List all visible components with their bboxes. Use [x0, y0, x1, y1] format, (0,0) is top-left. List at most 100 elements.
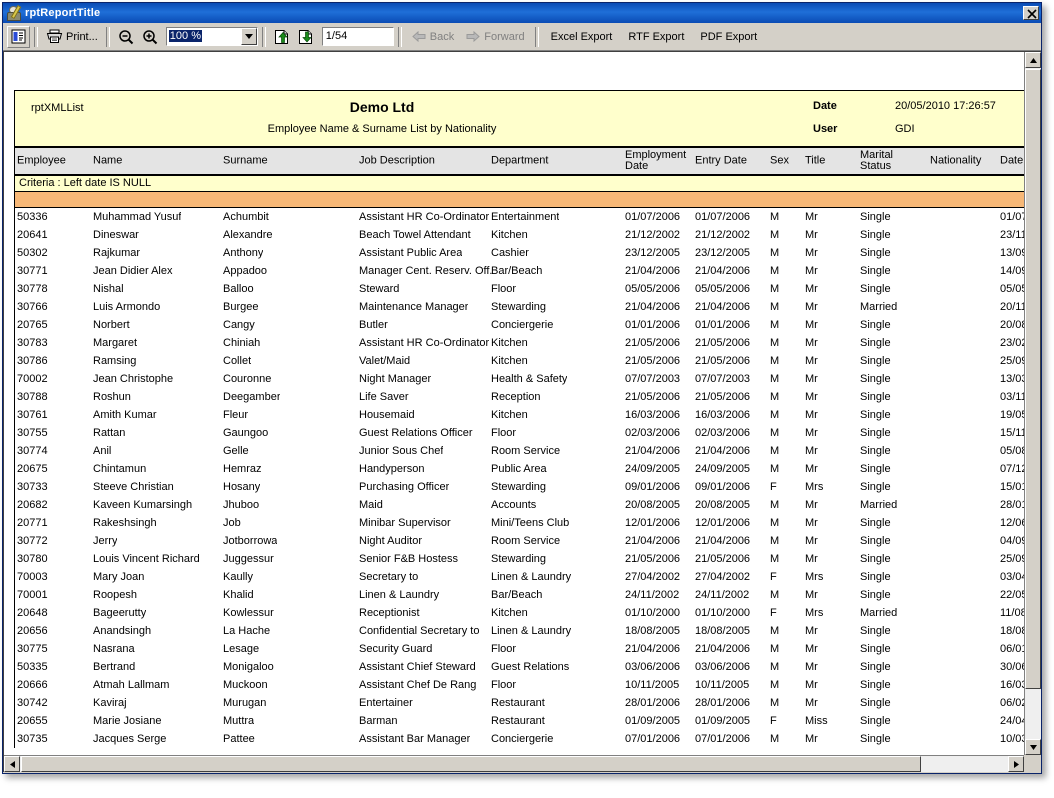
table-cell: Kitchen: [491, 337, 528, 349]
table-cell: Ramsing: [93, 355, 136, 367]
zoom-value[interactable]: 100 %: [167, 28, 241, 45]
table-row[interactable]: 30786RamsingColletValet/MaidKitchen21/05…: [15, 352, 1024, 370]
horizontal-scrollbar[interactable]: [4, 755, 1024, 772]
table-cell: 01/01/2006: [695, 319, 750, 331]
table-cell: Kaviraj: [93, 697, 127, 709]
column-header-2: Name: [93, 156, 122, 167]
table-cell: 50302: [17, 247, 48, 259]
table-row[interactable]: 20641DineswarAlexandreBeach Towel Attend…: [15, 226, 1024, 244]
table-row[interactable]: 20656AnandsinghLa HacheConfidential Secr…: [15, 622, 1024, 640]
report-company: Demo Ltd: [15, 99, 1024, 115]
table-cell: F: [770, 607, 777, 619]
table-cell: Mrs: [805, 481, 823, 493]
table-of-contents-button[interactable]: [7, 26, 30, 48]
scroll-left-button[interactable]: [4, 756, 20, 772]
table-row[interactable]: 30742KavirajMuruganEntertainerRestaurant…: [15, 694, 1024, 712]
print-button[interactable]: Print...: [42, 26, 102, 48]
table-cell: Hemraz: [223, 463, 262, 475]
table-cell: M: [770, 445, 779, 457]
table-cell: 21/05/2006: [695, 553, 750, 565]
table-row[interactable]: 30788RoshunDeegamberLife SaverReception2…: [15, 388, 1024, 406]
table-row[interactable]: 20648BageeruttyKowlessurReceptionistKitc…: [15, 604, 1024, 622]
table-row[interactable]: 20771RakeshsinghJobMinibar SupervisorMin…: [15, 514, 1024, 532]
table-cell: Gaungoo: [223, 427, 268, 439]
horizontal-scrollbar-thumb[interactable]: [21, 756, 921, 772]
table-cell: 01/09/2005: [695, 715, 750, 727]
table-row[interactable]: 20675ChintamunHemrazHandypersonPublic Ar…: [15, 460, 1024, 478]
zoom-in-button[interactable]: [138, 26, 162, 48]
column-header-7: Entry Date: [695, 156, 747, 167]
back-button[interactable]: Back: [406, 31, 460, 43]
table-cell: Mrs: [805, 571, 823, 583]
table-row[interactable]: 30783MargaretChiniahAssistant HR Co-Ordi…: [15, 334, 1024, 352]
table-cell: 24/09/2005: [695, 463, 750, 475]
table-row[interactable]: 50302RajkumarAnthonyAssistant Public Are…: [15, 244, 1024, 262]
table-cell: M: [770, 697, 779, 709]
table-cell: Mr: [805, 661, 818, 673]
table-row[interactable]: 70001RoopeshKhalidLinen & LaundryBar/Bea…: [15, 586, 1024, 604]
rtf-export-button[interactable]: RTF Export: [620, 31, 692, 43]
forward-button[interactable]: Forward: [460, 31, 530, 43]
table-cell: Mr: [805, 499, 818, 511]
table-row[interactable]: 20655Marie JosianeMuttraBarmanRestaurant…: [15, 712, 1024, 730]
table-cell: M: [770, 661, 779, 673]
table-row[interactable]: 50335BertrandMonigalooAssistant Chief St…: [15, 658, 1024, 676]
table-row[interactable]: 30755RattanGaungooGuest Relations Office…: [15, 424, 1024, 442]
table-row[interactable]: 70003Mary JoanKaullySecretary toLinen & …: [15, 568, 1024, 586]
table-cell: 30772: [17, 535, 48, 547]
table-cell: Room Service: [491, 535, 560, 547]
table-row[interactable]: 20765NorbertCangyButlerConciergerie01/01…: [15, 316, 1024, 334]
table-row[interactable]: 20682Kaveen KumarsinghJhubooMaidAccounts…: [15, 496, 1024, 514]
table-cell: 28/01/2006: [695, 697, 750, 709]
table-row[interactable]: 30766Luis ArmondoBurgeeMaintenance Manag…: [15, 298, 1024, 316]
table-cell: Steward: [359, 283, 399, 295]
table-row[interactable]: 20666Atmah LallmamMuckoonAssistant Chef …: [15, 676, 1024, 694]
vertical-scrollbar-thumb[interactable]: [1025, 69, 1041, 689]
table-row[interactable]: 30778NishalBallooStewardFloor05/05/20060…: [15, 280, 1024, 298]
scroll-down-button[interactable]: [1025, 739, 1041, 755]
table-row[interactable]: 30772JerryJotborrowaNight AuditorRoom Se…: [15, 532, 1024, 550]
zoom-out-button[interactable]: [114, 26, 138, 48]
table-cell: 03/06/2006: [625, 661, 680, 673]
column-header-12: Date: [1000, 156, 1023, 167]
excel-export-button[interactable]: Excel Export: [543, 31, 621, 43]
table-cell: Health & Safety: [491, 373, 567, 385]
table-row[interactable]: 30771Jean Didier AlexAppadooManager Cent…: [15, 262, 1024, 280]
table-row[interactable]: 30761Amith KumarFleurHousemaidKitchen16/…: [15, 406, 1024, 424]
table-cell: 23/12/2005: [625, 247, 680, 259]
table-cell: 16/03/2006: [625, 409, 680, 421]
next-page-button[interactable]: [294, 26, 318, 48]
page-number-input[interactable]: 1/54: [322, 27, 394, 46]
table-cell: Valet/Maid: [359, 355, 410, 367]
table-cell: 30735: [17, 733, 48, 745]
table-cell: Night Manager: [359, 373, 431, 385]
table-row[interactable]: 30780Louis Vincent RichardJuggessurSenio…: [15, 550, 1024, 568]
arrow-right-icon: [466, 31, 480, 42]
table-row[interactable]: 30735Jacques SergePatteeAssistant Bar Ma…: [15, 730, 1024, 748]
scroll-up-button[interactable]: [1025, 52, 1041, 68]
report-subtitle: Employee Name & Surname List by National…: [15, 123, 1024, 135]
table-cell: 13/09: [1000, 247, 1024, 259]
table-row[interactable]: 70002Jean ChristopheCouronneNight Manage…: [15, 370, 1024, 388]
close-button[interactable]: [1023, 6, 1039, 20]
zoom-dropdown-button[interactable]: [241, 28, 257, 45]
table-cell: Mrs: [805, 607, 823, 619]
table-cell: Mary Joan: [93, 571, 144, 583]
table-row[interactable]: 30733Steeve ChristianHosanyPurchasing Of…: [15, 478, 1024, 496]
zoom-combobox[interactable]: 100 %: [166, 27, 258, 46]
column-header-3: Surname: [223, 156, 268, 167]
table-cell: Stewarding: [491, 553, 546, 565]
table-row[interactable]: 30774AnilGelleJunior Sous ChefRoom Servi…: [15, 442, 1024, 460]
table-cell: Muttra: [223, 715, 254, 727]
table-cell: 30788: [17, 391, 48, 403]
scroll-right-button[interactable]: [1008, 756, 1024, 772]
table-row[interactable]: 30775NasranaLesageSecurity GuardFloor21/…: [15, 640, 1024, 658]
table-cell: 20655: [17, 715, 48, 727]
table-row[interactable]: 50336Muhammad YusufAchumbitAssistant HR …: [15, 208, 1024, 226]
previous-page-button[interactable]: [270, 26, 294, 48]
table-cell: Single: [860, 337, 891, 349]
vertical-scrollbar[interactable]: [1024, 52, 1041, 755]
table-cell: 21/05/2006: [625, 355, 680, 367]
pdf-export-button[interactable]: PDF Export: [692, 31, 765, 43]
table-cell: 10/11/2005: [695, 679, 749, 691]
